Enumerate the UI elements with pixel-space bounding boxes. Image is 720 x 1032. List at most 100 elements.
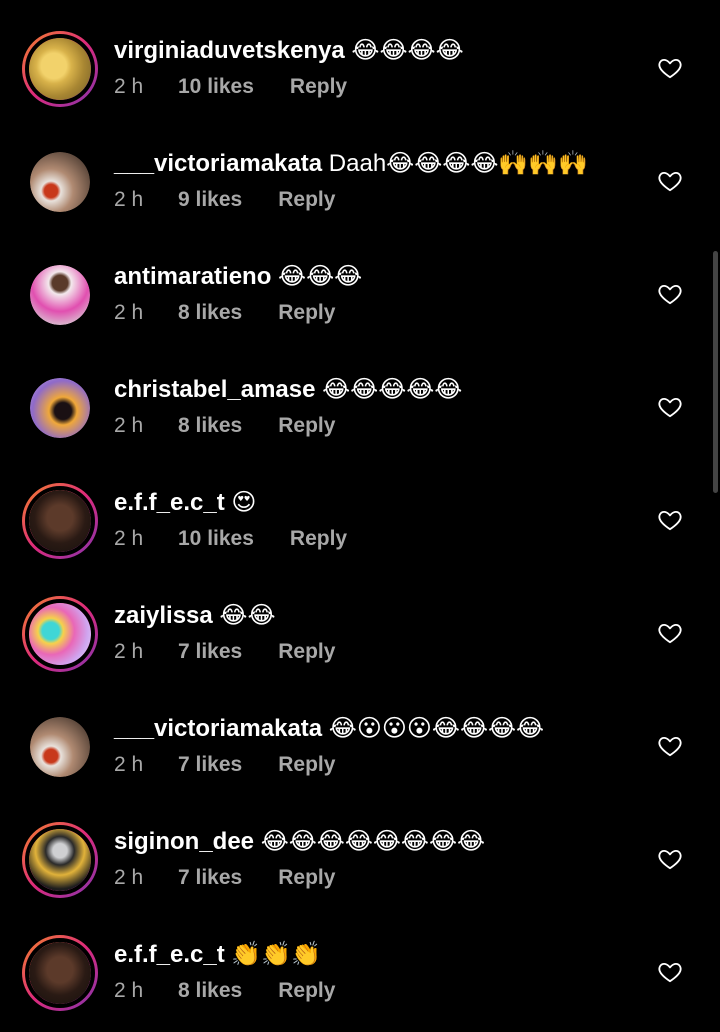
comment-likes[interactable]: 8 likes bbox=[178, 301, 242, 325]
heart-outline-icon[interactable] bbox=[657, 620, 683, 646]
comment-likes[interactable]: 8 likes bbox=[178, 979, 242, 1003]
reply-button[interactable]: Reply bbox=[278, 188, 335, 212]
avatar-image bbox=[29, 829, 91, 891]
avatar-image bbox=[30, 265, 90, 325]
comment-username[interactable]: ___victoriamakata bbox=[114, 150, 322, 177]
avatar-image bbox=[29, 942, 91, 1004]
heart-outline-icon[interactable] bbox=[657, 846, 683, 872]
comment-item: e.f.f_e.c_t 👏👏👏 2 h 8 likes Reply bbox=[0, 935, 720, 1032]
comment-username[interactable]: siginon_dee bbox=[114, 828, 254, 855]
comment-text: 😂😂 bbox=[212, 602, 276, 629]
comment-text: 😂😂😂😂😂 bbox=[315, 376, 463, 403]
avatar-image bbox=[30, 378, 90, 438]
comment-username[interactable]: antimaratieno bbox=[114, 263, 271, 290]
comment-time: 2 h bbox=[114, 414, 144, 438]
comment-meta: 2 h 10 likes Reply bbox=[114, 75, 347, 99]
heart-outline-icon[interactable] bbox=[657, 507, 683, 533]
avatar-image bbox=[30, 717, 90, 777]
heart-outline-icon[interactable] bbox=[657, 168, 683, 194]
heart-outline-icon[interactable] bbox=[657, 281, 683, 307]
comment-meta: 2 h 8 likes Reply bbox=[114, 979, 335, 1003]
reply-button[interactable]: Reply bbox=[278, 414, 335, 438]
comment-time: 2 h bbox=[114, 979, 144, 1003]
comment-body: ___victoriamakata Daah😂😂😂😂🙌🙌🙌 bbox=[114, 150, 588, 178]
comment-body: christabel_amase 😂😂😂😂😂 bbox=[114, 376, 462, 404]
comment-likes[interactable]: 7 likes bbox=[178, 866, 242, 890]
reply-button[interactable]: Reply bbox=[278, 753, 335, 777]
reply-button[interactable]: Reply bbox=[290, 527, 347, 551]
comment-body: virginiaduvetskenya 😂😂😂😂 bbox=[114, 37, 464, 65]
comment-meta: 2 h 10 likes Reply bbox=[114, 527, 347, 551]
comment-meta: 2 h 9 likes Reply bbox=[114, 188, 335, 212]
comment-likes[interactable]: 10 likes bbox=[178, 75, 254, 99]
avatar[interactable] bbox=[22, 257, 98, 333]
comment-meta: 2 h 8 likes Reply bbox=[114, 301, 335, 325]
comments-list[interactable]: virginiaduvetskenya 😂😂😂😂 2 h 10 likes Repl… bbox=[0, 0, 720, 1032]
reply-button[interactable]: Reply bbox=[278, 301, 335, 325]
comment-body: antimaratieno 😂😂😂 bbox=[114, 263, 362, 291]
avatar[interactable] bbox=[22, 822, 98, 898]
comment-meta: 2 h 7 likes Reply bbox=[114, 866, 335, 890]
comment-time: 2 h bbox=[114, 753, 144, 777]
comment-username[interactable]: virginiaduvetskenya bbox=[114, 37, 345, 64]
comment-username[interactable]: zaiylissa bbox=[114, 602, 213, 629]
avatar[interactable] bbox=[22, 709, 98, 785]
comment-username[interactable]: e.f.f_e.c_t bbox=[114, 941, 225, 968]
heart-outline-icon[interactable] bbox=[657, 394, 683, 420]
comment-likes[interactable]: 7 likes bbox=[178, 753, 242, 777]
reply-button[interactable]: Reply bbox=[278, 866, 335, 890]
comment-time: 2 h bbox=[114, 640, 144, 664]
comment-item: zaiylissa 😂😂 2 h 7 likes Reply bbox=[0, 596, 720, 709]
avatar-image bbox=[30, 152, 90, 212]
comment-text: Daah😂😂😂😂🙌🙌🙌 bbox=[322, 150, 589, 177]
comment-text: 😂😂😂😂 bbox=[344, 37, 464, 64]
comment-meta: 2 h 8 likes Reply bbox=[114, 414, 335, 438]
comment-item: ___victoriamakata 😂😮😮😮😂😂😂😂 2 h 7 likes Rep… bbox=[0, 709, 720, 822]
reply-button[interactable]: Reply bbox=[278, 640, 335, 664]
comment-text: 👏👏👏 bbox=[224, 941, 322, 968]
reply-button[interactable]: Reply bbox=[290, 75, 347, 99]
heart-outline-icon[interactable] bbox=[657, 733, 683, 759]
comment-likes[interactable]: 9 likes bbox=[178, 188, 242, 212]
comment-body: ___victoriamakata 😂😮😮😮😂😂😂😂 bbox=[114, 715, 544, 743]
comment-item: virginiaduvetskenya 😂😂😂😂 2 h 10 likes Repl… bbox=[0, 31, 720, 144]
avatar[interactable] bbox=[22, 144, 98, 220]
comment-username[interactable]: e.f.f_e.c_t bbox=[114, 489, 225, 516]
avatar[interactable] bbox=[22, 370, 98, 446]
comment-time: 2 h bbox=[114, 527, 144, 551]
comment-item: christabel_amase 😂😂😂😂😂 2 h 8 likes Reply bbox=[0, 370, 720, 483]
avatar-image bbox=[29, 490, 91, 552]
comment-item: ___victoriamakata Daah😂😂😂😂🙌🙌🙌 2 h 9 likes… bbox=[0, 144, 720, 257]
reply-button[interactable]: Reply bbox=[278, 979, 335, 1003]
comment-body: siginon_dee 😂😂😂😂😂😂😂😂 bbox=[114, 828, 485, 856]
comment-likes[interactable]: 10 likes bbox=[178, 527, 254, 551]
comment-text: 😂😮😮😮😂😂😂😂 bbox=[322, 715, 545, 742]
avatar[interactable] bbox=[22, 935, 98, 1011]
comment-meta: 2 h 7 likes Reply bbox=[114, 753, 335, 777]
avatar[interactable] bbox=[22, 483, 98, 559]
avatar-image bbox=[29, 603, 91, 665]
avatar[interactable] bbox=[22, 596, 98, 672]
avatar-image bbox=[29, 38, 91, 100]
comment-username[interactable]: ___victoriamakata bbox=[114, 715, 322, 742]
avatar[interactable] bbox=[22, 31, 98, 107]
comment-username[interactable]: christabel_amase bbox=[114, 376, 315, 403]
comment-item: siginon_dee 😂😂😂😂😂😂😂😂 2 h 7 likes Reply bbox=[0, 822, 720, 935]
comment-text: 😍 bbox=[224, 489, 257, 516]
comment-item: antimaratieno 😂😂😂 2 h 8 likes Reply bbox=[0, 257, 720, 370]
comment-body: zaiylissa 😂😂 bbox=[114, 602, 276, 630]
comment-text: 😂😂😂😂😂😂😂😂 bbox=[254, 828, 486, 855]
comment-likes[interactable]: 7 likes bbox=[178, 640, 242, 664]
scrollbar[interactable] bbox=[713, 251, 718, 493]
comment-time: 2 h bbox=[114, 75, 144, 99]
comment-time: 2 h bbox=[114, 301, 144, 325]
comment-item: e.f.f_e.c_t 😍 2 h 10 likes Reply bbox=[0, 483, 720, 596]
comment-time: 2 h bbox=[114, 866, 144, 890]
comment-body: e.f.f_e.c_t 😍 bbox=[114, 489, 256, 517]
comment-time: 2 h bbox=[114, 188, 144, 212]
comment-body: e.f.f_e.c_t 👏👏👏 bbox=[114, 941, 321, 969]
heart-outline-icon[interactable] bbox=[657, 959, 683, 985]
comment-meta: 2 h 7 likes Reply bbox=[114, 640, 335, 664]
comment-likes[interactable]: 8 likes bbox=[178, 414, 242, 438]
heart-outline-icon[interactable] bbox=[657, 55, 683, 81]
